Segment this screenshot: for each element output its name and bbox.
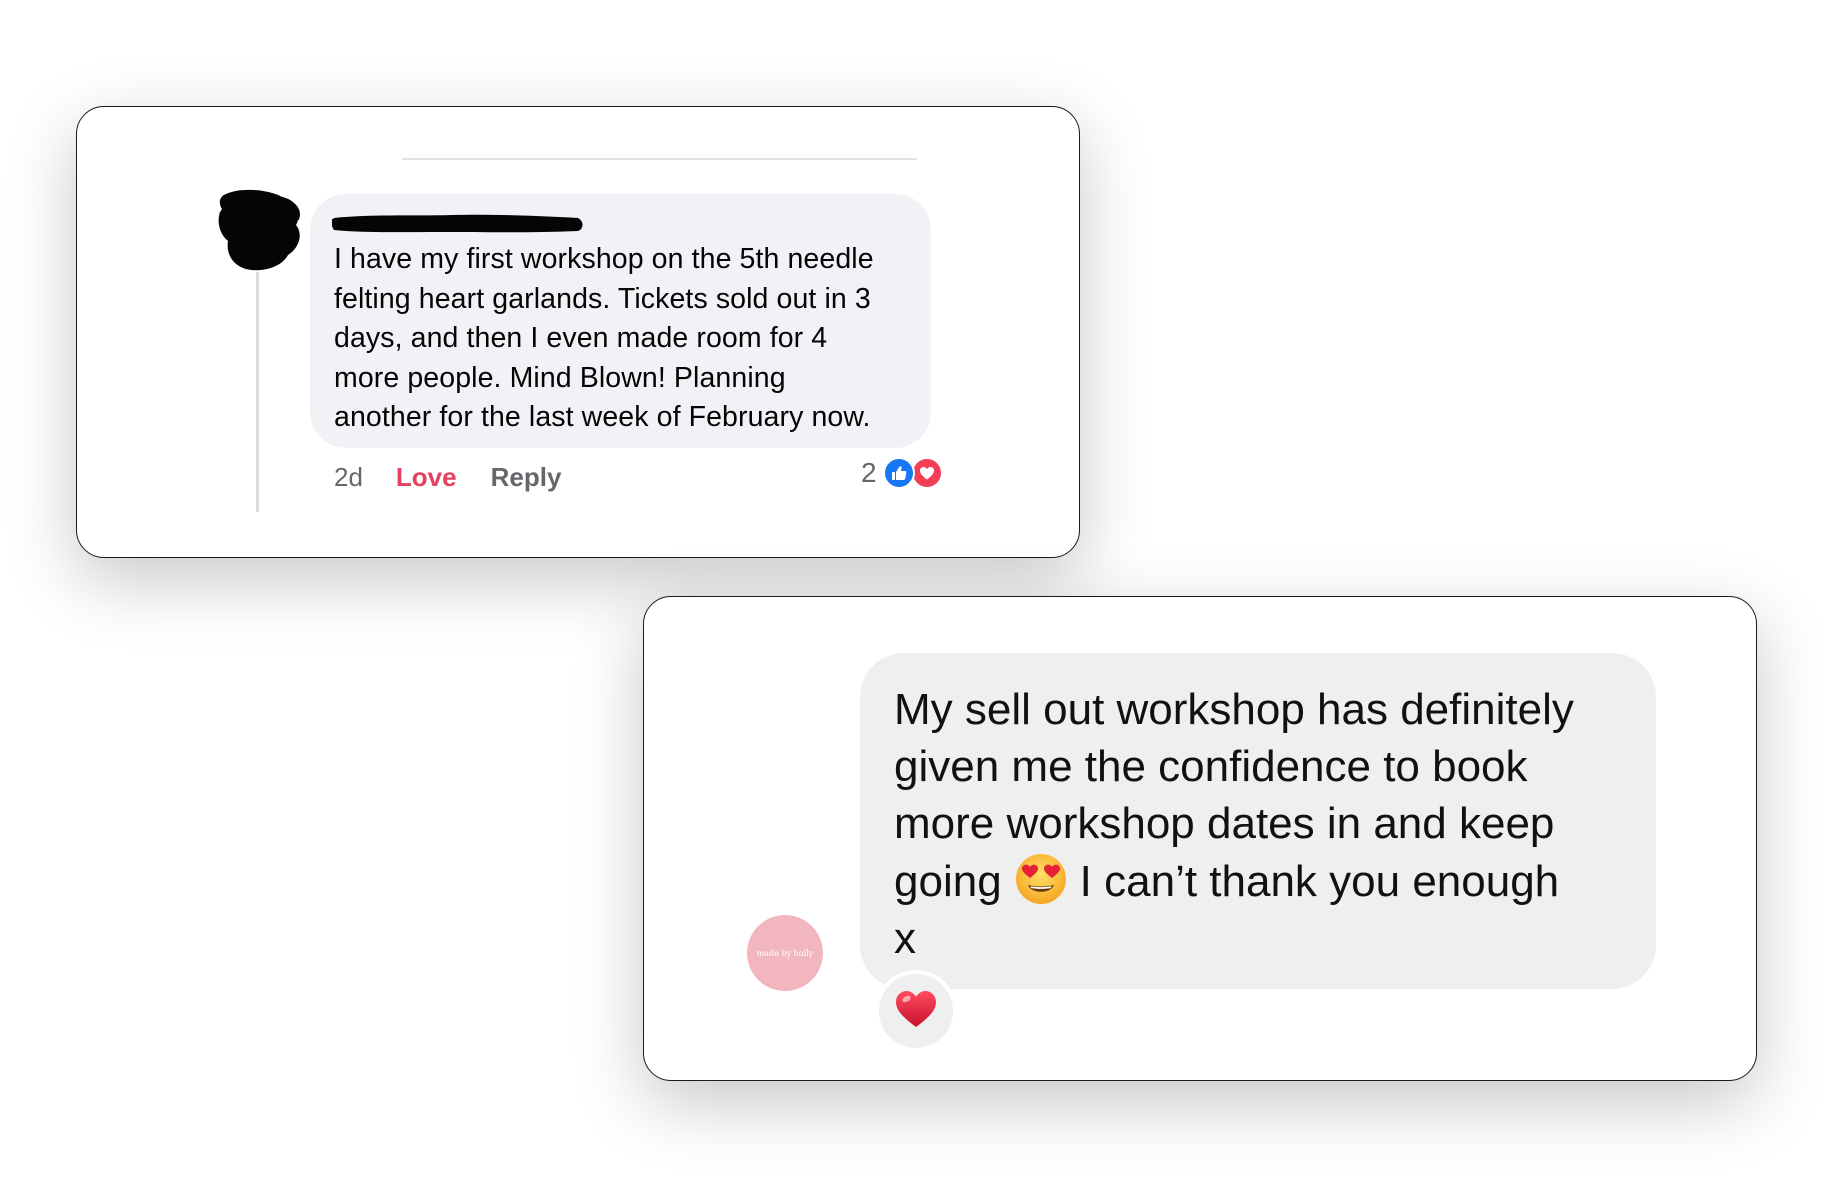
message-line: more workshop dates in and keep bbox=[894, 799, 1555, 848]
reply-link[interactable]: Reply bbox=[491, 462, 562, 493]
comment-timestamp[interactable]: 2d bbox=[334, 462, 363, 493]
message-line: x bbox=[894, 914, 916, 963]
message-line: given me the confidence to book bbox=[894, 742, 1528, 791]
avatar-logo-text: made by holly bbox=[756, 948, 814, 958]
divider bbox=[402, 158, 917, 160]
author-name-redacted[interactable] bbox=[331, 212, 584, 234]
reaction-count: 2 bbox=[861, 457, 877, 488]
message-line: My sell out workshop has definitely bbox=[894, 685, 1574, 734]
comment-line: I have my first workshop on the 5th need… bbox=[334, 243, 874, 275]
comment-line: more people. Mind Blown! Planning bbox=[334, 361, 786, 394]
comment-line: felting heart garlands. Tickets sold out… bbox=[334, 282, 871, 315]
sender-avatar[interactable]: made by holly bbox=[747, 915, 823, 991]
instagram-message-card: made by holly My sell out workshop has d… bbox=[643, 596, 1757, 1081]
screenshot-collage: I have my first workshop on the 5th need… bbox=[0, 0, 1822, 1200]
message-text: My sell out workshop has definitely give… bbox=[894, 681, 1636, 967]
love-icon bbox=[910, 457, 943, 489]
thread-line bbox=[256, 272, 259, 512]
red-heart-icon bbox=[894, 989, 938, 1034]
avatar-redacted[interactable] bbox=[216, 189, 300, 273]
comment-actions: 2d Love Reply bbox=[334, 462, 561, 493]
comment-line: another for the last week of February no… bbox=[334, 401, 871, 433]
comment-line: days, and then I even made room for 4 bbox=[334, 322, 828, 354]
comment-text: I have my first workshop on the 5th need… bbox=[334, 240, 907, 438]
message-line: going I can’t thank you enough bbox=[894, 852, 1636, 910]
message-bubble[interactable]: My sell out workshop has definitely give… bbox=[860, 653, 1656, 989]
heart-reaction-badge[interactable] bbox=[875, 970, 957, 1052]
message-fragment: going bbox=[894, 857, 1002, 906]
reaction-summary[interactable]: 2 bbox=[861, 457, 943, 489]
like-icon bbox=[882, 457, 915, 489]
heart-eyes-emoji-icon bbox=[1014, 852, 1068, 906]
facebook-comment-card: I have my first workshop on the 5th need… bbox=[76, 106, 1080, 558]
comment-bubble: I have my first workshop on the 5th need… bbox=[310, 194, 931, 448]
love-reaction-link[interactable]: Love bbox=[396, 462, 457, 493]
message-fragment: I can’t thank you enough bbox=[1079, 857, 1560, 906]
